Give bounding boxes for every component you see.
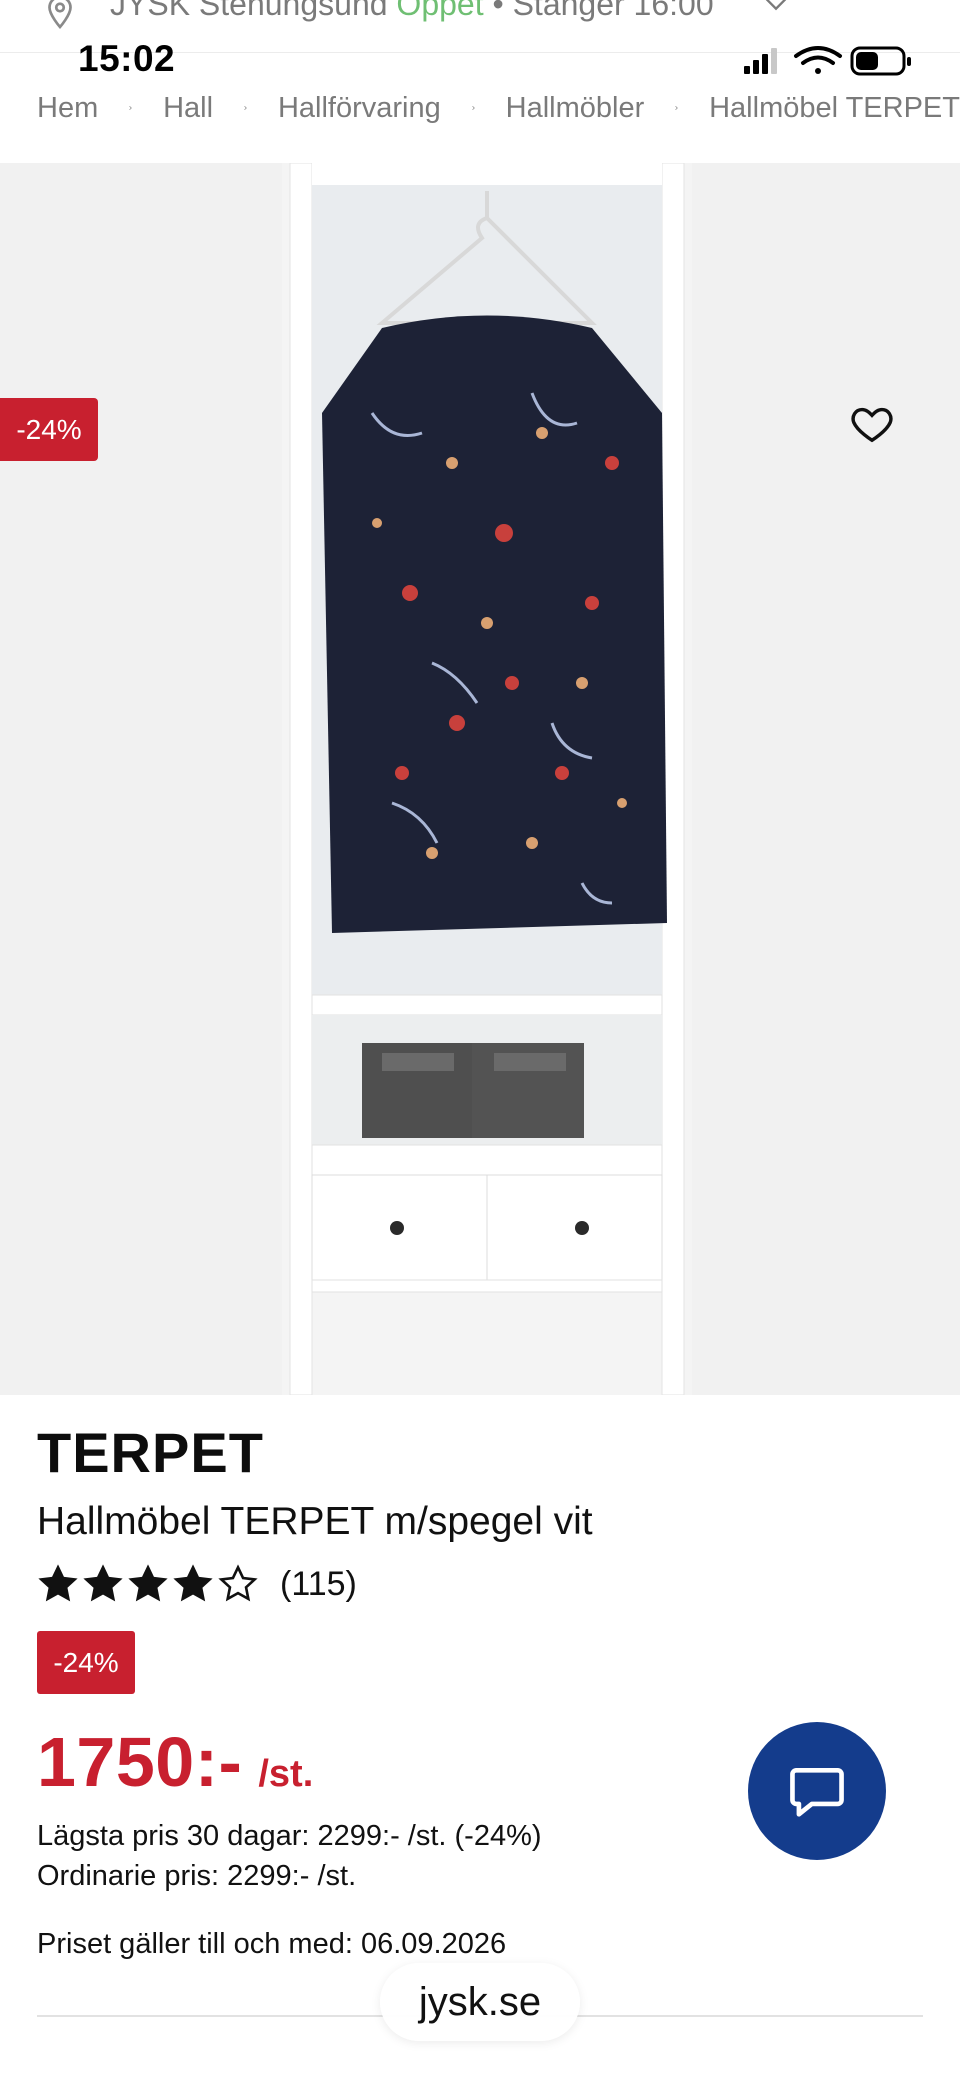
- status-time: 15:02: [78, 38, 176, 79]
- price: 1750:- /st.: [37, 1722, 313, 1802]
- product-image-carousel[interactable]: -24%: [0, 163, 960, 1395]
- price-valid-until: Priset gäller till och med: 06.09.2026: [37, 1928, 507, 1960]
- breadcrumb-item-current[interactable]: Hallmöbel TERPET: [709, 92, 960, 125]
- ordinary-price: Ordinarie pris: 2299:- /st.: [37, 1860, 357, 1892]
- discount-badge: -24%: [37, 1631, 135, 1694]
- rating[interactable]: (115): [37, 1563, 357, 1605]
- rating-stars: [37, 1563, 262, 1605]
- chevron-right-icon: [675, 105, 679, 111]
- chevron-right-icon: [244, 105, 247, 111]
- battery-icon: [850, 46, 911, 76]
- chevron-right-icon: [129, 105, 133, 111]
- price-value: 1750:-: [37, 1723, 243, 1801]
- breadcrumb-item-hall[interactable]: Hall: [163, 92, 213, 125]
- chat-button[interactable]: [748, 1722, 886, 1860]
- star-filled-icon: [38, 1564, 78, 1602]
- star-filled-icon: [173, 1564, 213, 1602]
- product-image: [282, 163, 692, 1395]
- chevron-down-icon[interactable]: [762, 0, 790, 18]
- product-brand: TERPET: [37, 1421, 264, 1484]
- store-name: JYSK Stenungsund: [110, 0, 388, 22]
- star-filled-icon: [128, 1564, 168, 1602]
- breadcrumb-item-hallmobler[interactable]: Hallmöbler: [506, 92, 645, 125]
- cellular-signal-icon: [744, 48, 777, 74]
- star-filled-icon: [83, 1564, 123, 1602]
- store-info: JYSK Stenungsund Öppet • Stänger 16:00: [110, 0, 714, 23]
- lowest-price-30-days: Lägsta pris 30 dagar: 2299:- /st. (-24%): [37, 1820, 542, 1852]
- star-empty-icon: [218, 1564, 258, 1602]
- store-open-status: Öppet: [396, 0, 484, 22]
- breadcrumb-item-hallforvaring[interactable]: Hallförvaring: [278, 92, 441, 125]
- product-name: Hallmöbel TERPET m/spegel vit: [37, 1500, 593, 1543]
- breadcrumb: Hem Hall Hallförvaring Hallmöbler Hallmö…: [37, 88, 960, 128]
- chat-bubble-icon: [790, 1768, 844, 1817]
- wifi-icon: [794, 46, 842, 74]
- breadcrumb-item-hem[interactable]: Hem: [37, 92, 98, 125]
- status-indicators: [744, 46, 911, 76]
- location-pin-icon: [48, 0, 72, 30]
- chevron-right-icon: [472, 105, 475, 111]
- image-discount-badge: -24%: [0, 398, 98, 461]
- heart-icon[interactable]: [849, 400, 895, 446]
- browser-url-pill[interactable]: jysk.se: [380, 1963, 580, 2041]
- price-unit: /st.: [258, 1753, 314, 1795]
- store-closing-time: • Stänger 16:00: [492, 0, 714, 22]
- review-count[interactable]: (115): [280, 1565, 357, 1604]
